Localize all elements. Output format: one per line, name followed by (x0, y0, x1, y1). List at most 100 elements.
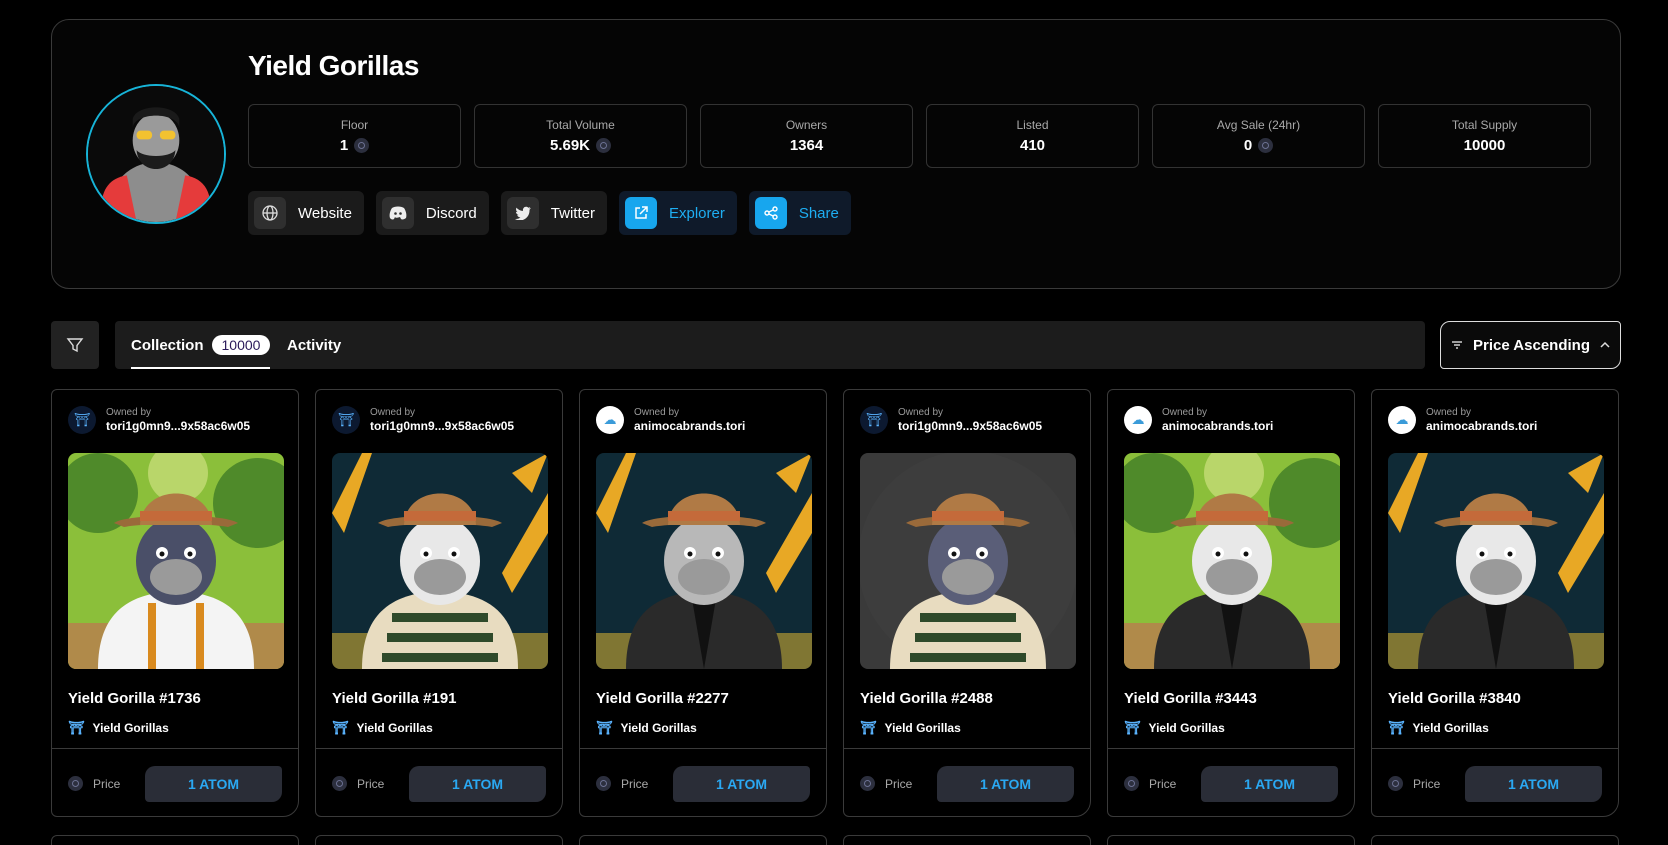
nft-card[interactable]: ☁ Owned by animocabrands.tori Yield Gori… (1107, 389, 1355, 817)
collection-tag[interactable]: ⛩ Yield Gorillas (596, 720, 697, 736)
owner-info[interactable]: ☁ Owned by animocabrands.tori (1388, 406, 1537, 434)
owner-name: tori1g0mn9...9x58ac6w05 (370, 418, 515, 433)
owner-info[interactable]: ⛩ Owned by tori1g0mn9...9x58ac6w05 (860, 406, 1042, 434)
tori-icon: ⛩ (860, 720, 877, 735)
nft-card[interactable]: ⛩ Owned by tori1g0mn9...9x58ac6w05 Yield… (51, 389, 299, 817)
nft-name[interactable]: Yield Gorilla #3840 (1388, 690, 1521, 707)
nft-name[interactable]: Yield Gorilla #2277 (596, 690, 729, 707)
tab-bar: Collection 10000 Activity (115, 321, 1425, 369)
buy-button[interactable]: 1 ATOM (1201, 765, 1338, 802)
nft-card[interactable]: ⛩ Owned by tori1g0mn9...9x58ac6w05 Yield… (843, 389, 1091, 817)
globe-icon (254, 197, 286, 229)
cloud-icon: ☁ (1388, 406, 1416, 434)
discord-button[interactable]: Discord (375, 191, 489, 235)
stat-total-supply: Total Supply 10000 (1378, 104, 1591, 168)
buy-button[interactable]: 1 ATOM (937, 765, 1074, 802)
collection-tag[interactable]: ⛩ Yield Gorillas (1124, 720, 1225, 736)
filter-button[interactable] (51, 321, 99, 369)
nft-image[interactable] (68, 453, 284, 669)
website-button[interactable]: Website (248, 191, 364, 235)
owner-info[interactable]: ⛩ Owned by tori1g0mn9...9x58ac6w05 (332, 406, 514, 434)
tori-icon: ⛩ (1388, 720, 1405, 735)
price-label: Price (621, 776, 649, 791)
stat-label: Avg Sale (24hr) (1216, 118, 1301, 132)
nft-image[interactable] (860, 453, 1076, 669)
tab-collection[interactable]: Collection 10000 (131, 321, 271, 369)
atom-icon (860, 776, 875, 791)
nft-image[interactable] (596, 453, 812, 669)
owner-info[interactable]: ☁ Owned by animocabrands.tori (596, 406, 745, 434)
tori-icon: ⛩ (68, 406, 96, 434)
nft-card-next-row[interactable] (579, 835, 827, 845)
nft-name[interactable]: Yield Gorilla #2488 (860, 690, 993, 707)
stat-label: Floor (340, 118, 369, 132)
explorer-button[interactable]: Explorer (618, 191, 737, 235)
buy-button[interactable]: 1 ATOM (1465, 765, 1602, 802)
nft-card-next-row[interactable] (315, 835, 563, 845)
twitter-button[interactable]: Twitter (500, 191, 607, 235)
sort-label: Price Ascending (1473, 336, 1590, 354)
nft-card-next-row[interactable] (1371, 835, 1619, 845)
website-label: Website (298, 204, 352, 222)
collection-tag[interactable]: ⛩ Yield Gorillas (68, 720, 169, 736)
tab-activity-label: Activity (287, 336, 342, 354)
stat-value: 1 (339, 137, 349, 154)
collection-name: Yield Gorillas (356, 721, 433, 735)
nft-card-next-row[interactable] (1107, 835, 1355, 845)
atom-icon (1124, 776, 1139, 791)
nft-card[interactable]: ☁ Owned by animocabrands.tori Yield Gori… (1371, 389, 1619, 817)
share-button[interactable]: Share (748, 191, 851, 235)
tab-activity[interactable]: Activity (287, 321, 341, 369)
stat-total-volume: Total Volume 5.69K (474, 104, 687, 168)
collection-name: Yield Gorillas (1412, 721, 1489, 735)
price-label: Price (885, 776, 913, 791)
nft-name[interactable]: Yield Gorilla #191 (332, 690, 457, 707)
collection-avatar (86, 84, 226, 224)
nft-name[interactable]: Yield Gorilla #3443 (1124, 690, 1257, 707)
atom-icon (596, 776, 611, 791)
atom-icon (596, 138, 612, 153)
nft-card-next-row[interactable] (51, 835, 299, 845)
owner-info[interactable]: ☁ Owned by animocabrands.tori (1124, 406, 1273, 434)
buy-button[interactable]: 1 ATOM (409, 765, 546, 802)
nft-image[interactable] (1124, 453, 1340, 669)
external-link-icon (624, 197, 657, 229)
atom-icon (1258, 138, 1274, 153)
filter-icon (66, 338, 84, 353)
sort-dropdown[interactable]: Price Ascending (1440, 321, 1621, 369)
nft-name[interactable]: Yield Gorilla #1736 (68, 690, 201, 707)
nft-image[interactable] (1388, 453, 1604, 669)
price-label: Price (1149, 776, 1177, 791)
owner-name: animocabrands.tori (634, 418, 746, 433)
nft-card[interactable]: ☁ Owned by animocabrands.tori Yield Gori… (579, 389, 827, 817)
collection-tag[interactable]: ⛩ Yield Gorillas (332, 720, 433, 736)
sort-icon (1452, 341, 1462, 349)
nft-card[interactable]: ⛩ Owned by tori1g0mn9...9x58ac6w05 Yield… (315, 389, 563, 817)
tori-icon: ⛩ (860, 406, 888, 434)
cloud-icon: ☁ (596, 406, 624, 434)
buy-button[interactable]: 1 ATOM (145, 765, 282, 802)
stat-label: Total Supply (1451, 118, 1518, 132)
share-label: Share (798, 204, 839, 222)
stat-value: 1364 (789, 137, 824, 154)
tori-icon: ⛩ (68, 720, 85, 735)
collection-tag[interactable]: ⛩ Yield Gorillas (1388, 720, 1489, 736)
discord-icon (381, 197, 414, 229)
atom-icon (354, 138, 370, 153)
social-links: Website Discord Twitter Explorer Share (248, 191, 851, 235)
explorer-label: Explorer (668, 204, 725, 222)
collection-name: Yield Gorillas (92, 721, 169, 735)
stat-value: 5.69K (549, 137, 591, 154)
discord-label: Discord (425, 204, 477, 222)
collection-tag[interactable]: ⛩ Yield Gorillas (860, 720, 961, 736)
nft-card-next-row[interactable] (843, 835, 1091, 845)
buy-button[interactable]: 1 ATOM (673, 765, 810, 802)
stat-floor: Floor 1 (248, 104, 461, 168)
owned-by-label: Owned by (898, 406, 944, 418)
card-footer: Price 1 ATOM (316, 748, 562, 818)
nft-image[interactable] (332, 453, 548, 669)
owner-name: tori1g0mn9...9x58ac6w05 (898, 418, 1043, 433)
card-footer: Price 1 ATOM (1372, 748, 1618, 818)
owner-info[interactable]: ⛩ Owned by tori1g0mn9...9x58ac6w05 (68, 406, 250, 434)
atom-icon (332, 776, 347, 791)
